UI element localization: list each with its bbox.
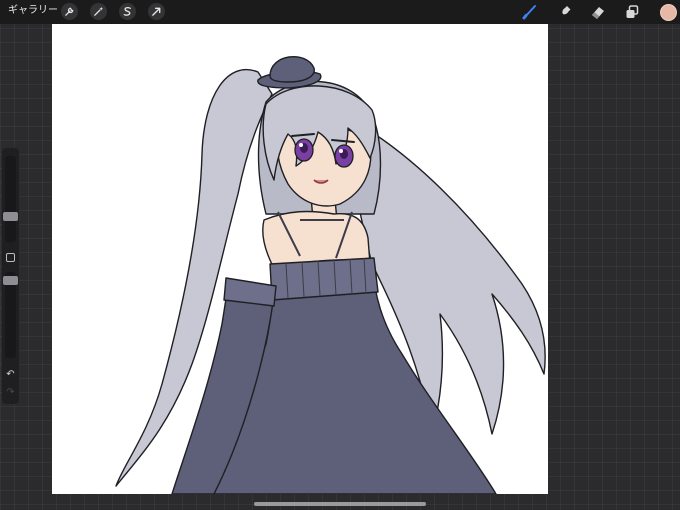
redo-button[interactable]: ↷ [4, 386, 17, 399]
hat-crown [269, 55, 315, 83]
selection-icon[interactable] [119, 3, 136, 20]
opacity-thumb[interactable] [3, 276, 18, 285]
opacity-slider[interactable] [3, 272, 18, 358]
gallery-button[interactable]: ギャラリー [8, 3, 58, 19]
modify-button[interactable] [6, 253, 15, 262]
eraser-icon[interactable] [588, 2, 608, 22]
brush-size-slider[interactable] [3, 156, 18, 242]
drawing-canvas[interactable] [52, 24, 548, 494]
wrench-icon[interactable] [61, 3, 78, 20]
transform-arrow-icon[interactable] [148, 3, 165, 20]
mouth [313, 179, 329, 184]
smudge-icon[interactable] [555, 2, 575, 22]
brush-icon[interactable] [520, 2, 540, 22]
anime-girl-illustration [115, 55, 546, 494]
magic-wand-icon[interactable] [90, 3, 107, 20]
brush-size-thumb[interactable] [3, 212, 18, 221]
current-color-swatch[interactable] [660, 4, 677, 21]
top-toolbar: ギャラリー [0, 0, 680, 24]
layers-icon[interactable] [622, 2, 642, 22]
home-indicator [254, 502, 426, 506]
undo-button[interactable]: ↶ [4, 368, 17, 381]
left-sidebar: ↶ ↷ [2, 148, 19, 404]
